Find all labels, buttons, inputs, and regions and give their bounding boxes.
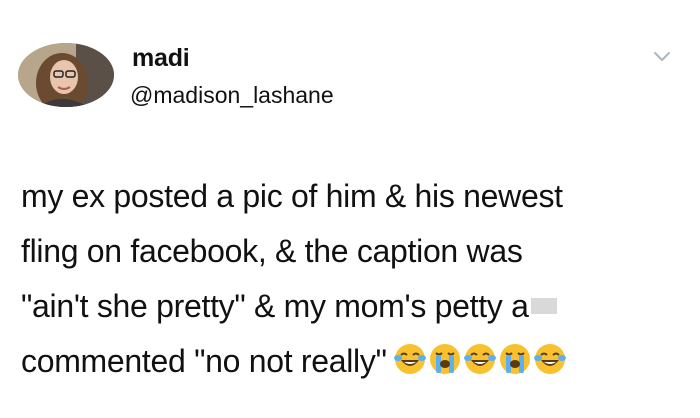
tweet-line: my ex posted a pic of him & his newest <box>21 178 563 214</box>
face-with-tears-of-joy-icon <box>463 342 497 376</box>
tweet-line: "ain't she pretty" & my mom's petty a <box>21 279 691 334</box>
display-name[interactable]: madi <box>132 44 190 73</box>
avatar[interactable] <box>18 43 114 107</box>
tweet-card: madi @madison_lashane my ex posted a pic… <box>0 0 700 418</box>
emoji-row <box>393 338 568 393</box>
tweet-line-text: commented "no not really" <box>21 343 387 379</box>
loudly-crying-face-icon <box>498 342 532 376</box>
loudly-crying-face-icon <box>428 342 462 376</box>
censor-block <box>530 298 557 314</box>
face-with-tears-of-joy-icon <box>393 342 427 376</box>
face-with-tears-of-joy-icon <box>533 342 567 376</box>
chevron-down-icon[interactable] <box>652 50 672 64</box>
tweet-line: fling on facebook, & the caption was <box>21 233 523 269</box>
tweet-line: commented "no not really" <box>21 334 691 393</box>
tweet-line-text: "ain't she pretty" & my mom's petty a <box>21 288 529 324</box>
tweet-text: my ex posted a pic of him & his newest f… <box>21 169 691 393</box>
user-handle[interactable]: @madison_lashane <box>130 82 334 109</box>
